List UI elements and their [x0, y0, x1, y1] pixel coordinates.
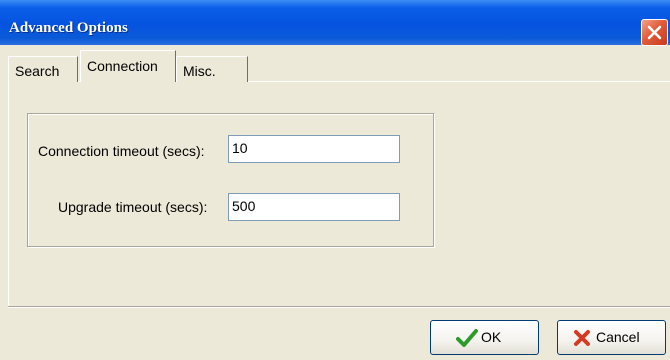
connection-timeout-input[interactable]: 10	[228, 135, 400, 163]
x-icon	[574, 330, 590, 346]
close-button[interactable]	[641, 19, 668, 46]
tab-misc[interactable]: Misc.	[176, 56, 248, 82]
title-bar[interactable]: Advanced Options	[0, 0, 670, 46]
tab-label: Search	[15, 63, 60, 79]
separator	[8, 306, 670, 308]
checkmark-icon	[456, 329, 478, 347]
tab-label: Misc.	[183, 63, 216, 79]
ok-button[interactable]: OK	[430, 320, 539, 355]
close-icon	[647, 25, 662, 40]
tab-connection[interactable]: Connection	[80, 50, 176, 82]
cancel-button[interactable]: Cancel	[557, 320, 666, 355]
cancel-label: Cancel	[596, 329, 640, 345]
tab-label: Connection	[87, 58, 158, 74]
connection-group-box	[27, 113, 434, 247]
window-title: Advanced Options	[9, 20, 128, 36]
upgrade-timeout-input[interactable]: 500	[228, 193, 400, 221]
tab-search[interactable]: Search	[8, 56, 78, 82]
ok-label: OK	[481, 329, 502, 345]
connection-timeout-label: Connection timeout (secs):	[38, 143, 205, 159]
upgrade-timeout-label: Upgrade timeout (secs):	[58, 199, 208, 215]
